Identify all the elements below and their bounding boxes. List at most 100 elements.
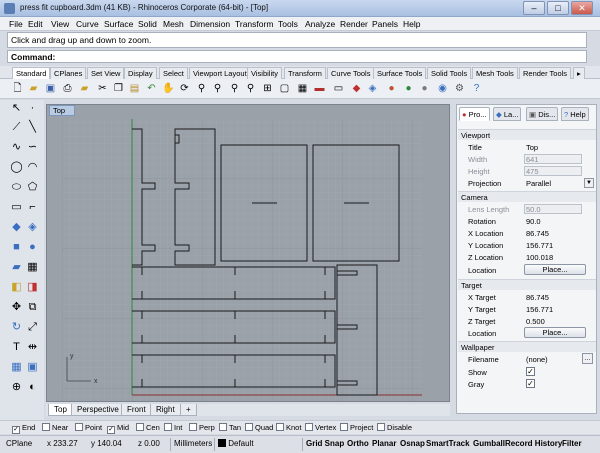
menu-dimension[interactable]: Dimension bbox=[190, 19, 230, 29]
grid-icon[interactable]: ▦ bbox=[296, 82, 309, 95]
undo-icon[interactable]: ↶ bbox=[145, 82, 158, 95]
boolean-icon[interactable]: ◧ bbox=[9, 280, 24, 295]
arc-icon[interactable]: ◠ bbox=[25, 160, 40, 175]
polygon-icon[interactable]: ⬠ bbox=[25, 180, 40, 195]
rectangle-icon[interactable]: ▭ bbox=[9, 200, 24, 215]
zoom-extents-icon[interactable]: ⚲ bbox=[228, 82, 241, 95]
tab-mesh-tools[interactable]: Mesh Tools bbox=[472, 67, 518, 79]
rotate-icon[interactable]: ↻ bbox=[9, 320, 24, 335]
fillet-curve-icon[interactable]: ⌐ bbox=[25, 200, 40, 215]
interpolate-icon[interactable]: ∽ bbox=[25, 140, 40, 155]
polyline-icon[interactable]: ⟋ bbox=[9, 120, 24, 135]
tab-overflow-arrow[interactable]: ▸ bbox=[573, 67, 585, 79]
panel-tab-display[interactable]: ▣ Dis... bbox=[526, 107, 559, 121]
toggle-ortho[interactable]: Ortho bbox=[347, 439, 369, 448]
viewport-tab-top[interactable]: Top bbox=[48, 404, 73, 416]
surface-icon[interactable]: ◆ bbox=[9, 220, 24, 235]
cut-icon[interactable]: ✂ bbox=[96, 82, 109, 95]
analyze-icon[interactable]: ⊕ bbox=[9, 380, 24, 395]
viewport-title-label[interactable]: Top bbox=[49, 105, 75, 116]
group-icon[interactable]: ▣ bbox=[25, 360, 40, 375]
tab-standard[interactable]: Standard bbox=[12, 67, 51, 79]
help-icon[interactable]: ? bbox=[470, 82, 483, 95]
osnap-int[interactable]: Int bbox=[164, 423, 182, 432]
tab-visibility[interactable]: Visibility bbox=[247, 67, 282, 79]
menu-mesh[interactable]: Mesh bbox=[163, 19, 184, 29]
y-target-value[interactable]: 156.771 bbox=[526, 305, 553, 314]
prop-title-value[interactable]: Top bbox=[526, 143, 538, 152]
sphere-icon[interactable]: ● bbox=[25, 240, 40, 255]
camera-icon[interactable]: ◉ bbox=[436, 82, 449, 95]
x-target-value[interactable]: 86.745 bbox=[526, 293, 549, 302]
osnap-perp[interactable]: Perp bbox=[189, 423, 215, 432]
tab-surface-tools[interactable]: Surface Tools bbox=[373, 67, 427, 79]
four-viewports-icon[interactable]: ⊞ bbox=[261, 82, 274, 95]
show-wallpaper-checkbox[interactable]: ✓ bbox=[526, 367, 535, 376]
array-icon[interactable]: ▦ bbox=[9, 360, 24, 375]
loft-icon[interactable]: ◈ bbox=[25, 220, 40, 235]
tab-viewport-layout[interactable]: Viewport Layout bbox=[189, 67, 251, 79]
gray-wallpaper-checkbox[interactable]: ✓ bbox=[526, 379, 535, 388]
tab-render-tools[interactable]: Render Tools bbox=[519, 67, 572, 79]
menu-panels[interactable]: Panels bbox=[372, 19, 398, 29]
viewport-canvas[interactable]: x y bbox=[47, 105, 450, 402]
toggle-smarttrack[interactable]: SmartTrack bbox=[426, 439, 470, 448]
y-location-value[interactable]: 156.771 bbox=[526, 241, 553, 250]
pan-icon[interactable]: ✋ bbox=[162, 82, 175, 95]
osnap-disable[interactable]: Disable bbox=[377, 423, 412, 432]
copy-tool-icon[interactable]: ⧉ bbox=[25, 300, 40, 315]
material-icon[interactable]: ● bbox=[402, 82, 415, 95]
z-target-value[interactable]: 0.500 bbox=[526, 317, 545, 326]
print-icon[interactable]: ⎙ bbox=[61, 82, 74, 95]
osnap-knot[interactable]: Knot bbox=[276, 423, 301, 432]
import-icon[interactable]: ▰ bbox=[78, 82, 91, 95]
menu-solid[interactable]: Solid bbox=[138, 19, 157, 29]
maximize-viewport-icon[interactable]: ▢ bbox=[278, 82, 291, 95]
tab-solid-tools[interactable]: Solid Tools bbox=[427, 67, 472, 79]
units-indicator[interactable]: Millimeters bbox=[174, 439, 212, 448]
toggle-planar[interactable]: Planar bbox=[372, 439, 396, 448]
menu-curve[interactable]: Curve bbox=[76, 19, 99, 29]
tab-set-view[interactable]: Set View bbox=[87, 67, 125, 79]
target-place-button[interactable]: Place... bbox=[524, 327, 586, 338]
zoom-selected-icon[interactable]: ⚲ bbox=[244, 82, 257, 95]
osnap-point[interactable]: Point bbox=[75, 423, 102, 432]
osnap-vertex[interactable]: Vertex bbox=[305, 423, 336, 432]
text-icon[interactable]: T bbox=[9, 340, 24, 355]
move-icon[interactable]: ✥ bbox=[9, 300, 24, 315]
viewport-tab-right[interactable]: Right bbox=[150, 404, 181, 416]
open-icon[interactable]: ▰ bbox=[27, 82, 40, 95]
projection-select[interactable]: Parallel bbox=[526, 179, 551, 188]
tab-select[interactable]: Select bbox=[159, 67, 188, 79]
toggle-record-history[interactable]: Record History bbox=[505, 439, 562, 448]
zoom-window-icon[interactable]: ⚲ bbox=[211, 82, 224, 95]
menu-analyze[interactable]: Analyze bbox=[305, 19, 335, 29]
dimension-icon[interactable]: ⇹ bbox=[25, 340, 40, 355]
maximize-button[interactable]: □ bbox=[547, 1, 569, 15]
top-viewport[interactable]: Top x y bbox=[46, 104, 450, 402]
options-gear-icon[interactable]: ⚙ bbox=[453, 82, 466, 95]
select-arrow-icon[interactable]: ↖ bbox=[9, 101, 24, 116]
lock-icon[interactable]: ▭ bbox=[332, 82, 345, 95]
menu-view[interactable]: View bbox=[51, 19, 69, 29]
curve-icon[interactable]: ∿ bbox=[9, 140, 24, 155]
render-icon[interactable]: ◐ bbox=[25, 380, 40, 395]
osnap-near[interactable]: Near bbox=[42, 423, 68, 432]
osnap-tan[interactable]: Tan bbox=[219, 423, 241, 432]
panel-tab-help[interactable]: ? Help bbox=[561, 107, 589, 121]
circle-icon[interactable]: ◯ bbox=[9, 160, 24, 175]
chevron-down-icon[interactable]: ▼ bbox=[584, 178, 594, 188]
layer-indicator[interactable]: Default bbox=[218, 439, 254, 448]
new-icon[interactable]: 🗋 bbox=[11, 82, 24, 95]
scale-icon[interactable]: ⤢ bbox=[25, 320, 40, 335]
toggle-grid-snap[interactable]: Grid Snap bbox=[306, 439, 344, 448]
ellipse-icon[interactable]: ⬭ bbox=[9, 180, 24, 195]
menu-tools[interactable]: Tools bbox=[278, 19, 298, 29]
tab-curve-tools[interactable]: Curve Tools bbox=[327, 67, 375, 79]
line-icon[interactable]: ╲ bbox=[25, 120, 40, 135]
color-icon[interactable]: ◆ bbox=[350, 82, 363, 95]
render-sphere-icon[interactable]: ● bbox=[385, 82, 398, 95]
close-button[interactable]: ✕ bbox=[571, 1, 593, 15]
camera-place-button[interactable]: Place... bbox=[524, 264, 586, 275]
layer-icon[interactable]: ◈ bbox=[366, 82, 379, 95]
